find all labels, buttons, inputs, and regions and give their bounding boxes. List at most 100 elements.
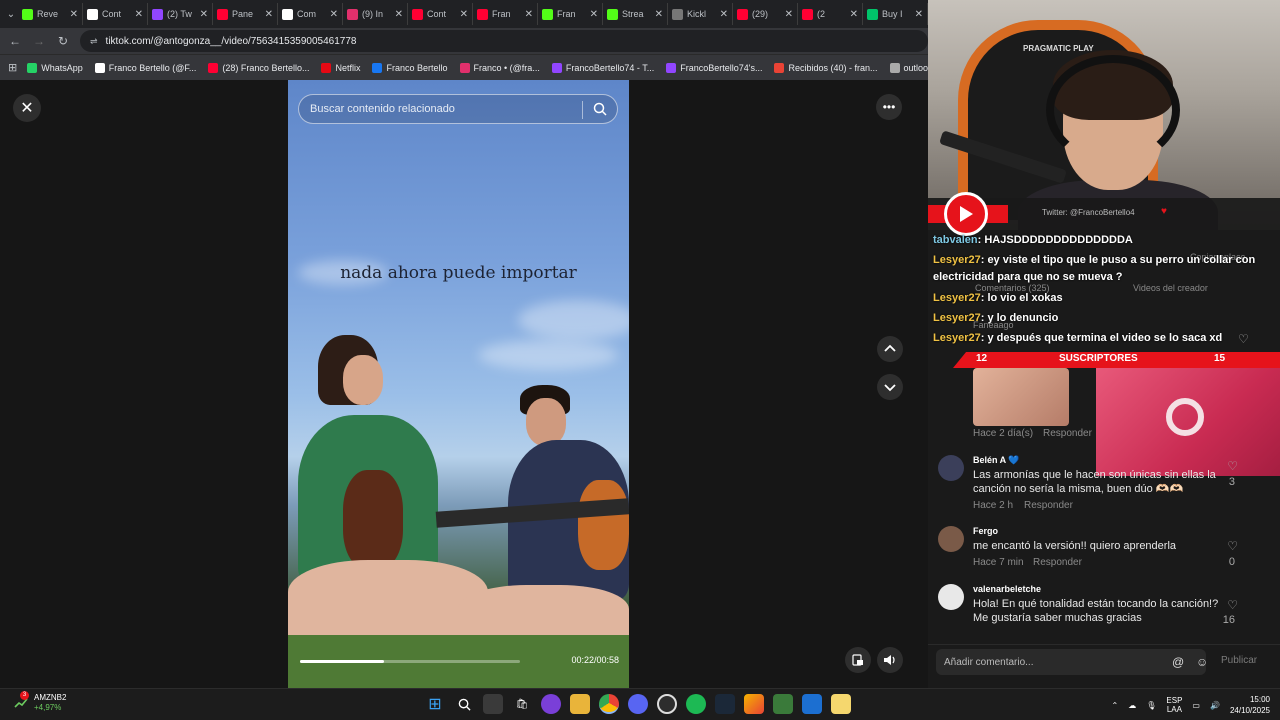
tab-search-button[interactable]: ⌄ (4, 4, 18, 24)
microphone-icon[interactable]: 🎙 (1146, 701, 1156, 710)
remote-desktop-icon[interactable] (802, 694, 822, 714)
site-info-icon[interactable]: ⇌ (90, 36, 98, 47)
bookmark-item[interactable]: Franco • (@fra... (459, 62, 540, 73)
back-icon[interactable]: ← (8, 34, 22, 48)
bookmark-item[interactable]: Netflix (321, 62, 360, 73)
store-icon[interactable]: 🛍 (512, 694, 532, 714)
volume-icon[interactable]: 🔊 (1210, 701, 1220, 710)
emoji-icon[interactable]: ☺ (1196, 655, 1208, 669)
heart-outline-icon[interactable]: ♡ (1227, 539, 1238, 553)
bookmark-item[interactable]: FrancoBertello74's... (666, 62, 763, 73)
picture-in-picture-button[interactable] (845, 647, 871, 673)
comment-author[interactable]: Fergo (973, 526, 998, 536)
file-explorer-icon[interactable] (570, 694, 590, 714)
bookmark-item[interactable]: Recibidos (40) - fran... (774, 62, 878, 73)
tab-favicon-icon (217, 8, 228, 20)
close-tab-icon[interactable]: ✕ (850, 9, 858, 20)
browser-tab[interactable]: Cont ✕ (408, 3, 473, 25)
mention-icon[interactable]: @ (1172, 655, 1184, 669)
heart-outline-icon[interactable]: ♡ (1227, 598, 1238, 612)
related-search-input[interactable]: Buscar contenido relacionado (298, 94, 618, 124)
close-tab-icon[interactable]: ✕ (785, 9, 793, 20)
bookmark-label: FrancoBertello74's... (680, 62, 763, 73)
reply-button[interactable]: Responder (1024, 500, 1073, 511)
browser-tab[interactable]: Strea ✕ (603, 3, 668, 25)
forward-icon[interactable]: → (32, 34, 46, 48)
publish-button[interactable]: Publicar (1221, 655, 1257, 666)
discord-icon[interactable] (628, 694, 648, 714)
clock[interactable]: 15:00 24/10/2025 (1230, 694, 1270, 716)
comment-author[interactable]: Belén A 💙 (973, 455, 1020, 466)
close-tab-icon[interactable]: ✕ (135, 9, 143, 20)
url-field[interactable]: ⇌ tiktok.com/@antogonza__/video/75634153… (80, 30, 928, 52)
comment-text: Las armonías que le hacen son únicas sin… (973, 469, 1216, 495)
comment-image-thumbnail[interactable] (973, 368, 1069, 426)
browser-tab[interactable]: Kickl ✕ (668, 3, 733, 25)
apps-grid-icon[interactable]: ⊞ (8, 61, 17, 74)
bookmark-item[interactable]: Franco Bertello (@F... (94, 62, 196, 73)
display-icon[interactable]: ▭ (1192, 701, 1200, 710)
chrome-icon[interactable] (599, 694, 619, 714)
close-tab-icon[interactable]: ✕ (655, 9, 663, 20)
browser-tab[interactable]: (2) Tw ✕ (148, 3, 213, 25)
app-icon[interactable] (541, 694, 561, 714)
browser-tab[interactable]: (9) In ✕ (343, 3, 408, 25)
browser-tab[interactable]: (29) ✕ (733, 3, 798, 25)
browser-tab[interactable]: Pane ✕ (213, 3, 278, 25)
task-view-icon[interactable] (483, 694, 503, 714)
browser-tab[interactable]: Fran ✕ (473, 3, 538, 25)
avatar[interactable] (938, 526, 964, 552)
reply-button[interactable]: Responder (1043, 428, 1092, 439)
avatar[interactable] (938, 455, 964, 481)
bookmark-item[interactable]: Franco Bertello (372, 62, 448, 73)
spotify-icon[interactable] (686, 694, 706, 714)
reload-icon[interactable]: ↻ (56, 34, 70, 48)
close-tab-icon[interactable]: ✕ (915, 9, 923, 20)
browser-tab[interactable]: Cont ✕ (83, 3, 148, 25)
language-indicator[interactable]: ESP LAA (1166, 696, 1182, 714)
browser-tab[interactable]: (2 ✕ (798, 3, 863, 25)
bookmark-item[interactable]: outlook (889, 62, 933, 73)
windows-start-icon[interactable]: ⊞ (425, 694, 445, 714)
close-tab-icon[interactable]: ✕ (525, 9, 533, 20)
heart-outline-icon[interactable]: ♡ (1238, 332, 1249, 346)
more-options-button[interactable]: ••• (876, 94, 902, 120)
close-tab-icon[interactable]: ✕ (720, 9, 728, 20)
bookmark-favicon-icon (774, 62, 785, 73)
close-tab-icon[interactable]: ✕ (330, 9, 338, 20)
close-tab-icon[interactable]: ✕ (200, 9, 208, 20)
volume-button[interactable] (877, 647, 903, 673)
game-launcher-icon[interactable] (744, 694, 764, 714)
search-icon[interactable] (454, 694, 474, 714)
video-player[interactable]: Buscar contenido relacionado nada ahora … (288, 80, 629, 688)
avatar[interactable] (938, 584, 964, 610)
browser-tab[interactable]: Com ✕ (278, 3, 343, 25)
network-app-icon[interactable]: ☁ (1128, 701, 1136, 710)
video-progress-bar[interactable] (300, 660, 520, 663)
bookmark-item[interactable]: FrancoBertello74 - T... (551, 62, 654, 73)
notepad-icon[interactable] (831, 694, 851, 714)
previous-video-button[interactable] (877, 336, 903, 362)
search-icon[interactable] (593, 102, 607, 116)
add-comment-input[interactable]: Añadir comentario... @ ☺ (936, 649, 1208, 675)
browser-tab[interactable]: Buy I ✕ (863, 3, 928, 25)
browser-tab[interactable]: Fran ✕ (538, 3, 603, 25)
close-tab-icon[interactable]: ✕ (265, 9, 273, 20)
bookmark-item[interactable]: WhatsApp (27, 62, 83, 73)
show-hidden-icons[interactable]: ⌃ (1112, 701, 1119, 710)
xbox-icon[interactable] (773, 694, 793, 714)
heart-outline-icon[interactable]: ♡ (1227, 459, 1238, 473)
next-video-button[interactable] (877, 374, 903, 400)
comment-author[interactable]: valenarbeletche (973, 584, 1041, 594)
browser-tab[interactable]: Reve ✕ (18, 3, 83, 25)
close-button[interactable]: ✕ (13, 94, 41, 122)
steam-icon[interactable] (715, 694, 735, 714)
bookmark-item[interactable]: (28) Franco Bertello... (208, 62, 309, 73)
stock-widget[interactable]: AMZNB2 +4,97% 3 (14, 691, 66, 713)
close-tab-icon[interactable]: ✕ (70, 9, 78, 20)
close-tab-icon[interactable]: ✕ (460, 9, 468, 20)
obs-icon[interactable] (657, 694, 677, 714)
reply-button[interactable]: Responder (1033, 557, 1082, 568)
close-tab-icon[interactable]: ✕ (590, 9, 598, 20)
close-tab-icon[interactable]: ✕ (395, 9, 403, 20)
